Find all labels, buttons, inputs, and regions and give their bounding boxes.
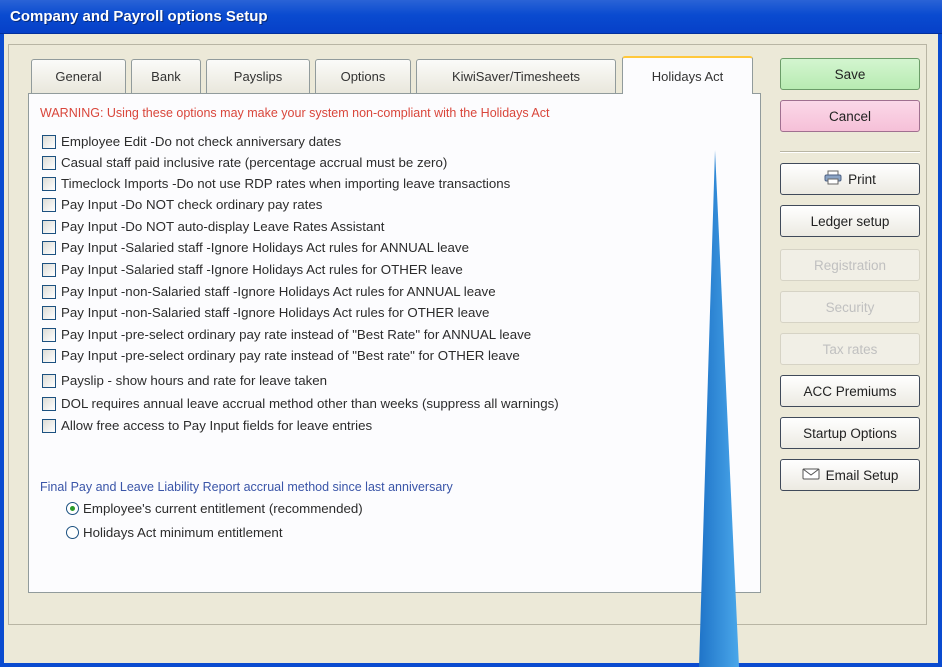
option-label: Pay Input -non-Salaried staff -Ignore Ho… — [61, 284, 496, 299]
accrual-method-label: Final Pay and Leave Liability Report acc… — [40, 480, 453, 494]
option-label: Pay Input -pre-select ordinary pay rate … — [61, 327, 532, 342]
tab-holidays-act[interactable]: Holidays Act — [622, 56, 753, 94]
checkbox[interactable] — [42, 305, 56, 320]
option-row[interactable]: Pay Input -Salaried staff -Ignore Holida… — [42, 239, 469, 256]
title-bar: Company and Payroll options Setup — [0, 0, 942, 34]
registration-button: Registration — [780, 249, 920, 281]
option-label: Timeclock Imports -Do not use RDP rates … — [61, 176, 511, 191]
radio-label: Employee's current entitlement (recommen… — [83, 501, 363, 516]
email-icon — [802, 466, 820, 484]
option-label: Casual staff paid inclusive rate (percen… — [61, 155, 448, 170]
divider — [780, 151, 920, 153]
option-label: Employee Edit -Do not check anniversary … — [61, 134, 342, 149]
radio-current-entitlement[interactable]: Employee's current entitlement (recommen… — [66, 500, 363, 517]
option-label: DOL requires annual leave accrual method… — [61, 396, 559, 411]
option-row[interactable]: Allow free access to Pay Input fields fo… — [42, 417, 372, 434]
checkbox[interactable] — [42, 373, 56, 388]
option-row[interactable]: Casual staff paid inclusive rate (percen… — [42, 154, 447, 171]
printer-icon — [824, 170, 842, 188]
option-row[interactable]: Timeclock Imports -Do not use RDP rates … — [42, 175, 510, 192]
callout-pointer — [699, 150, 739, 667]
option-row[interactable]: Payslip - show hours and rate for leave … — [42, 372, 327, 389]
tax-rates-button: Tax rates — [780, 333, 920, 365]
option-label: Allow free access to Pay Input fields fo… — [61, 418, 373, 433]
radio-label: Holidays Act minimum entitlement — [83, 525, 283, 540]
option-label: Pay Input -Do NOT auto-display Leave Rat… — [61, 219, 385, 234]
option-label: Pay Input -Salaried staff -Ignore Holida… — [61, 240, 469, 255]
option-label: Pay Input -pre-select ordinary pay rate … — [61, 348, 520, 363]
checkbox[interactable] — [42, 176, 56, 191]
checkbox[interactable] — [42, 219, 56, 234]
checkbox[interactable] — [42, 418, 56, 433]
checkbox[interactable] — [42, 134, 56, 149]
checkbox[interactable] — [42, 396, 56, 411]
cancel-button[interactable]: Cancel — [780, 100, 920, 132]
option-label: Pay Input -non-Salaried staff -Ignore Ho… — [61, 305, 490, 320]
save-button[interactable]: Save — [780, 58, 920, 90]
window-title: Company and Payroll options Setup — [10, 8, 268, 25]
option-row[interactable]: Pay Input -non-Salaried staff -Ignore Ho… — [42, 304, 489, 321]
option-row[interactable]: Pay Input -Salaried staff -Ignore Holida… — [42, 261, 463, 278]
tab-kiwisaver-timesheets[interactable]: KiwiSaver/Timesheets — [416, 59, 616, 93]
radio-minimum-entitlement[interactable]: Holidays Act minimum entitlement — [66, 524, 283, 541]
checkbox[interactable] — [42, 284, 56, 299]
checkbox[interactable] — [42, 262, 56, 277]
option-row[interactable]: Pay Input -pre-select ordinary pay rate … — [42, 326, 531, 343]
tab-bank[interactable]: Bank — [131, 59, 201, 93]
checkbox[interactable] — [42, 155, 56, 170]
checkbox[interactable] — [42, 348, 56, 363]
security-button: Security — [780, 291, 920, 323]
email-setup-label: Email Setup — [825, 467, 899, 483]
ledger-setup-button[interactable]: Ledger setup — [780, 205, 920, 237]
checkbox[interactable] — [42, 327, 56, 342]
option-label: Payslip - show hours and rate for leave … — [61, 373, 328, 388]
print-button[interactable]: Print — [780, 163, 920, 195]
radio-button[interactable] — [66, 502, 79, 515]
option-row[interactable]: Pay Input -Do NOT auto-display Leave Rat… — [42, 218, 384, 235]
warning-text: WARNING: Using these options may make yo… — [40, 106, 550, 120]
option-label: Pay Input -Do NOT check ordinary pay rat… — [61, 197, 323, 212]
radio-button[interactable] — [66, 526, 79, 539]
option-row[interactable]: Pay Input -Do NOT check ordinary pay rat… — [42, 196, 322, 213]
acc-premiums-button[interactable]: ACC Premiums — [780, 375, 920, 407]
option-row[interactable]: Pay Input -pre-select ordinary pay rate … — [42, 347, 520, 364]
checkbox[interactable] — [42, 197, 56, 212]
email-setup-button[interactable]: Email Setup — [780, 459, 920, 491]
tab-general[interactable]: General — [31, 59, 126, 93]
startup-options-button[interactable]: Startup Options — [780, 417, 920, 449]
option-row[interactable]: Employee Edit -Do not check anniversary … — [42, 133, 341, 150]
tab-options[interactable]: Options — [315, 59, 411, 93]
tab-payslips[interactable]: Payslips — [206, 59, 310, 93]
option-row[interactable]: DOL requires annual leave accrual method… — [42, 395, 559, 412]
print-label: Print — [848, 171, 876, 187]
option-label: Pay Input -Salaried staff -Ignore Holida… — [61, 262, 463, 277]
option-row[interactable]: Pay Input -non-Salaried staff -Ignore Ho… — [42, 283, 496, 300]
checkbox[interactable] — [42, 240, 56, 255]
